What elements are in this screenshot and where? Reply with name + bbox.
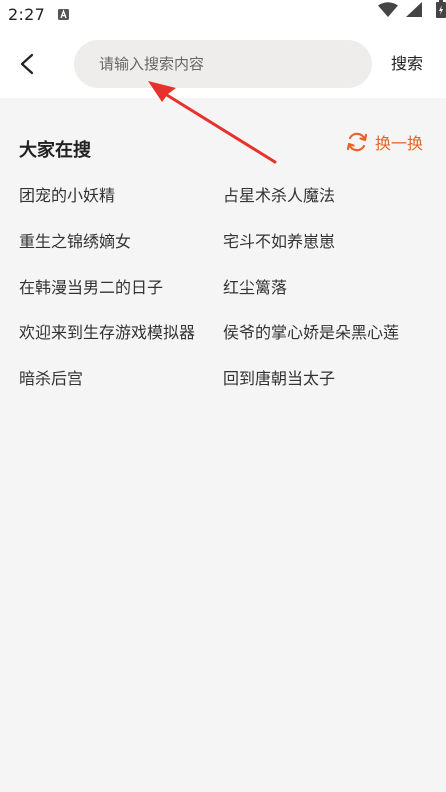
refresh-button[interactable]: 换一换 bbox=[345, 129, 423, 155]
refresh-label: 换一换 bbox=[375, 134, 424, 153]
wifi-icon bbox=[378, 2, 398, 17]
hot-search-item[interactable]: 暗杀后宫 bbox=[19, 367, 83, 391]
search-header: 搜索 bbox=[0, 30, 446, 98]
hot-search-item[interactable]: 侯爷的掌心娇是朵黑心莲 bbox=[223, 321, 399, 345]
hot-search-item[interactable]: 回到唐朝当太子 bbox=[223, 367, 335, 391]
refresh-icon bbox=[346, 132, 368, 152]
search-input[interactable] bbox=[74, 40, 372, 88]
hot-search-item[interactable]: 团宠的小妖精 bbox=[19, 184, 115, 208]
hot-search-item[interactable]: 欢迎来到生存游戏模拟器 bbox=[19, 321, 195, 345]
hot-searches-title: 大家在搜 bbox=[19, 140, 91, 161]
back-button[interactable] bbox=[8, 44, 48, 84]
status-time: 2:27 bbox=[8, 5, 46, 24]
hot-search-item[interactable]: 重生之锦绣嫡女 bbox=[19, 230, 131, 254]
hot-search-item[interactable]: 在韩漫当男二的日子 bbox=[19, 276, 163, 300]
signal-icon bbox=[406, 2, 422, 17]
status-bar: 2:27 bbox=[0, 0, 446, 30]
search-box[interactable] bbox=[74, 40, 372, 88]
battery-icon bbox=[436, 0, 446, 18]
search-button[interactable]: 搜索 bbox=[382, 52, 432, 76]
notification-a-icon bbox=[58, 9, 69, 20]
chevron-left-icon bbox=[20, 53, 34, 75]
hot-search-item[interactable]: 红尘篱落 bbox=[223, 276, 287, 300]
hot-search-item[interactable]: 占星术杀人魔法 bbox=[223, 184, 335, 208]
hot-search-item[interactable]: 宅斗不如养崽崽 bbox=[223, 230, 335, 254]
